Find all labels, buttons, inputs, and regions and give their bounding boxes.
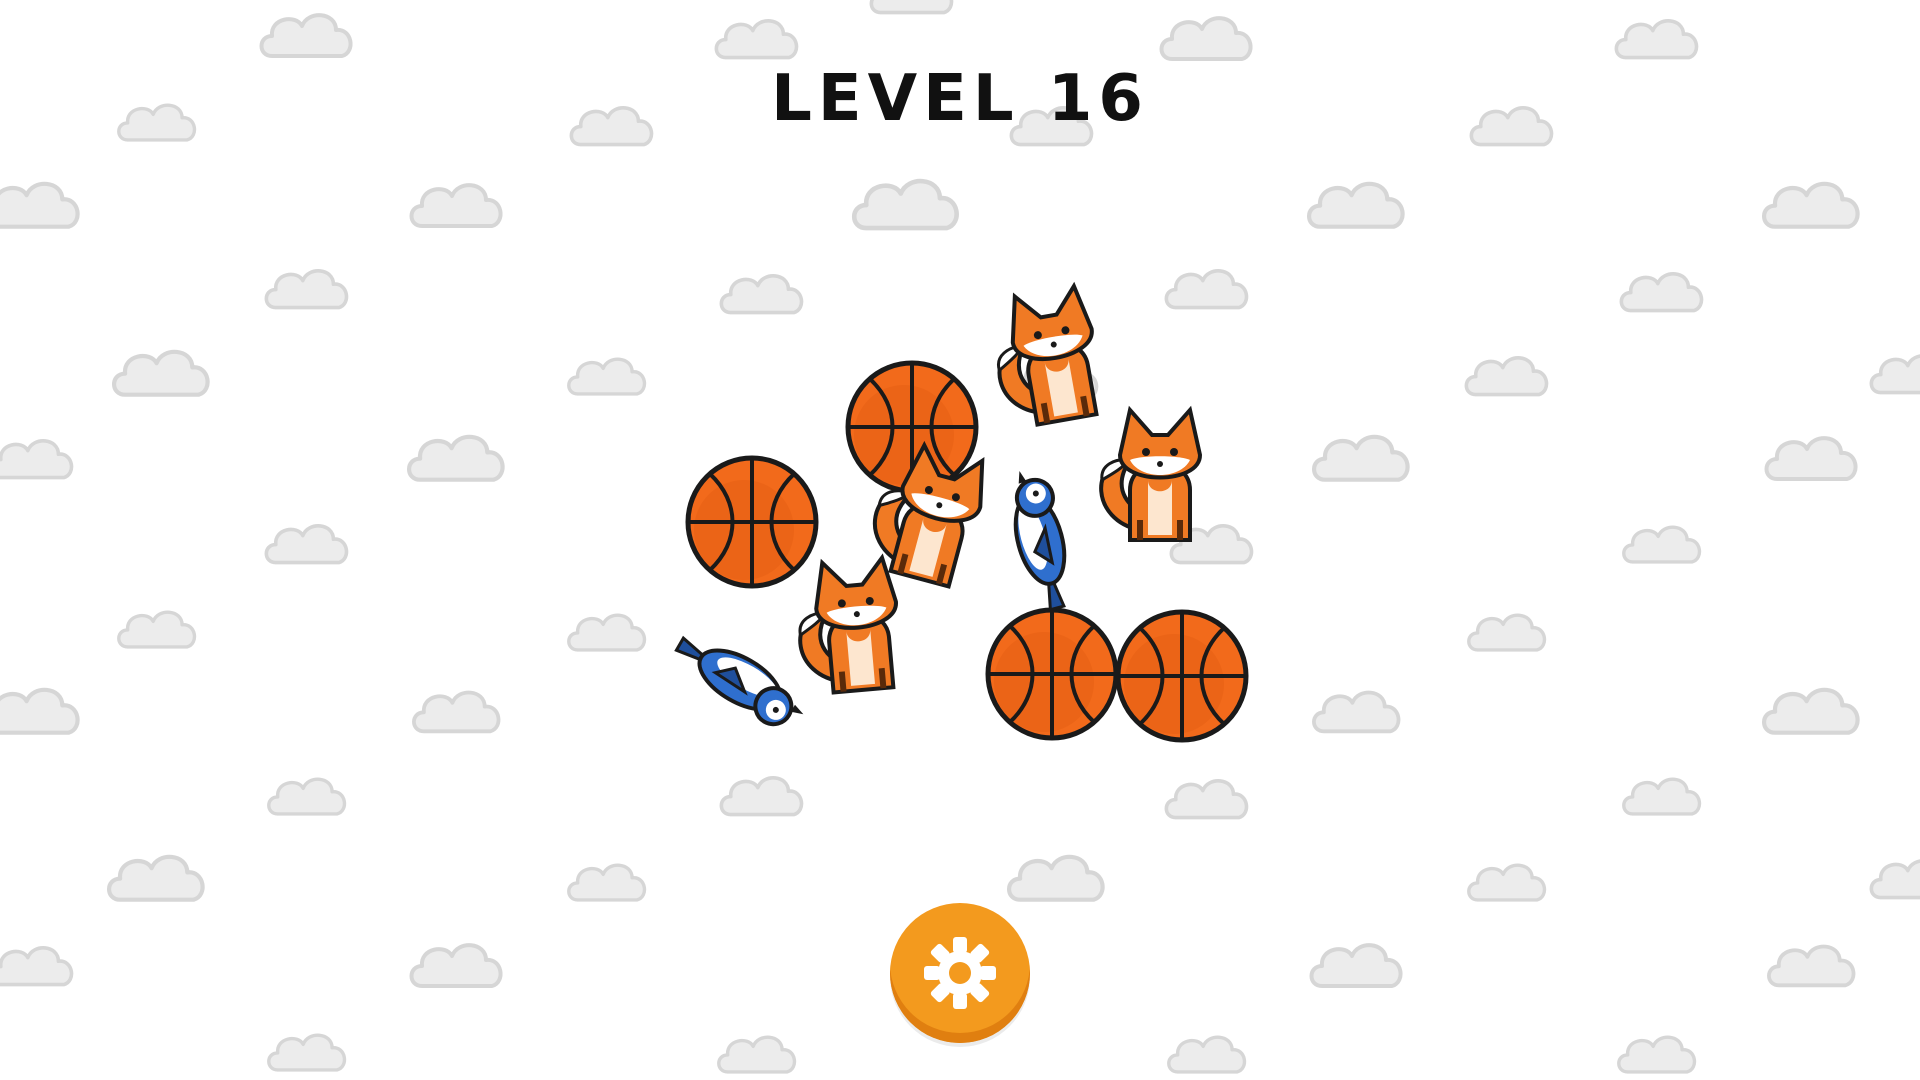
fox-piece[interactable]: [1099, 405, 1203, 542]
basketball-piece[interactable]: [685, 455, 819, 589]
fox-piece[interactable]: [794, 553, 904, 695]
blue-jay-piece[interactable]: [1000, 464, 1081, 613]
game-stage: LEVEL 16: [0, 0, 1920, 1080]
blue-jay-piece[interactable]: [667, 626, 813, 737]
settings-button[interactable]: [890, 903, 1030, 1043]
fox-piece[interactable]: [986, 281, 1106, 429]
gear-icon: [924, 937, 996, 1009]
basketball-piece[interactable]: [1115, 609, 1249, 743]
basketball-piece[interactable]: [985, 607, 1119, 741]
